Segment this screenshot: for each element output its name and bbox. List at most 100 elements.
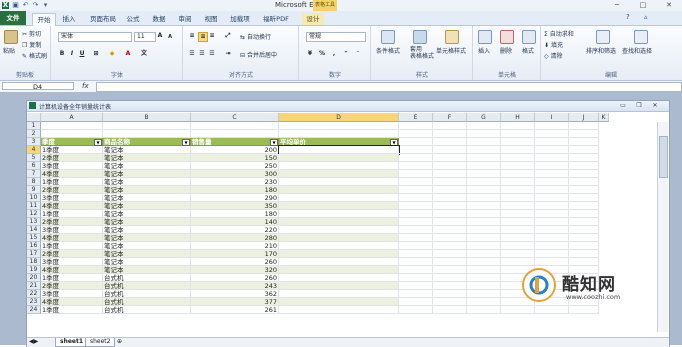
table-data-cell[interactable]: 220: [191, 226, 279, 234]
cell[interactable]: [279, 170, 399, 178]
row-header[interactable]: 23: [27, 298, 41, 306]
cell[interactable]: [467, 242, 501, 250]
row-header[interactable]: 1: [27, 122, 41, 130]
cell[interactable]: [467, 258, 501, 266]
table-data-cell[interactable]: 180: [191, 186, 279, 194]
ribbon-minimize-icon[interactable]: ▵: [644, 13, 648, 21]
column-header[interactable]: G: [467, 113, 501, 122]
cell[interactable]: [433, 234, 467, 242]
cell[interactable]: [467, 122, 501, 130]
cell[interactable]: [399, 250, 433, 258]
orientation-icon[interactable]: ⤢: [224, 32, 232, 40]
cell[interactable]: [569, 202, 599, 210]
cell[interactable]: [279, 282, 399, 290]
conditional-format-button[interactable]: 条件格式: [376, 46, 400, 55]
cell[interactable]: [569, 162, 599, 170]
table-data-cell[interactable]: 笔记本: [103, 154, 191, 162]
table-data-cell[interactable]: 3季度: [41, 226, 103, 234]
paste-button[interactable]: 粘贴: [3, 46, 15, 55]
cell[interactable]: [399, 298, 433, 306]
cell[interactable]: [399, 154, 433, 162]
table-data-cell[interactable]: 3季度: [41, 194, 103, 202]
cell[interactable]: [399, 242, 433, 250]
format-painter-button[interactable]: ✎ 格式刷: [22, 51, 47, 60]
increase-decimal-icon[interactable]: ⁺: [342, 50, 350, 58]
cell[interactable]: [569, 242, 599, 250]
tab-formulas[interactable]: 公式: [124, 13, 142, 25]
cell[interactable]: [433, 282, 467, 290]
insert-sheet-icon[interactable]: ⊕: [117, 338, 122, 345]
row-header[interactable]: 3: [27, 138, 41, 146]
table-data-cell[interactable]: 350: [191, 202, 279, 210]
table-data-cell[interactable]: 笔记本: [103, 242, 191, 250]
cell[interactable]: [535, 178, 569, 186]
table-data-cell[interactable]: 4季度: [41, 170, 103, 178]
row-header[interactable]: 8: [27, 178, 41, 186]
cell[interactable]: [433, 298, 467, 306]
row-header[interactable]: 2: [27, 130, 41, 138]
table-data-cell[interactable]: 台式机: [103, 274, 191, 282]
table-header-cell[interactable]: 商品名称: [103, 138, 191, 146]
cell[interactable]: [279, 202, 399, 210]
formula-input[interactable]: [96, 82, 682, 92]
cell[interactable]: [569, 154, 599, 162]
cell[interactable]: [41, 122, 103, 130]
cell[interactable]: [399, 290, 433, 298]
cell[interactable]: [279, 258, 399, 266]
cell[interactable]: [279, 226, 399, 234]
name-box[interactable]: D4: [2, 82, 74, 91]
table-header-cell[interactable]: 销售量: [191, 138, 279, 146]
cell[interactable]: [399, 218, 433, 226]
table-data-cell[interactable]: 1季度: [41, 274, 103, 282]
cell[interactable]: [501, 170, 535, 178]
tab-data[interactable]: 数据: [150, 13, 168, 25]
cell[interactable]: [399, 186, 433, 194]
table-data-cell[interactable]: 2季度: [41, 250, 103, 258]
cell[interactable]: [433, 130, 467, 138]
format-as-table-button[interactable]: 套用 表格格式: [410, 46, 434, 60]
close-button[interactable]: ✕: [656, 0, 682, 11]
row-header[interactable]: 16: [27, 242, 41, 250]
cell-styles-icon[interactable]: [445, 30, 459, 44]
filter-dropdown-icon[interactable]: ▼: [270, 139, 278, 146]
table-data-cell[interactable]: 笔记本: [103, 178, 191, 186]
cell[interactable]: [501, 258, 535, 266]
row-header[interactable]: 18: [27, 258, 41, 266]
cell[interactable]: [535, 226, 569, 234]
cell[interactable]: [535, 170, 569, 178]
cell[interactable]: [433, 250, 467, 258]
cell[interactable]: [569, 186, 599, 194]
cell[interactable]: [535, 122, 569, 130]
row-header[interactable]: 17: [27, 250, 41, 258]
shrink-font-button[interactable]: A: [166, 33, 174, 41]
cell[interactable]: [399, 162, 433, 170]
table-data-cell[interactable]: 台式机: [103, 282, 191, 290]
sort-filter-button[interactable]: 排序和筛选: [586, 46, 616, 55]
cell[interactable]: [501, 130, 535, 138]
table-data-cell[interactable]: 290: [191, 194, 279, 202]
cell[interactable]: [399, 274, 433, 282]
table-data-cell[interactable]: 2季度: [41, 218, 103, 226]
font-size-combo[interactable]: 11: [134, 32, 156, 42]
cell[interactable]: [433, 146, 467, 154]
tab-foxit-pdf[interactable]: 福昕PDF: [260, 13, 292, 25]
cell[interactable]: [433, 186, 467, 194]
row-header[interactable]: 20: [27, 274, 41, 282]
delete-cells-icon[interactable]: [500, 30, 514, 44]
align-top-icon[interactable]: ≡: [188, 32, 196, 40]
insert-function-button[interactable]: fx: [82, 82, 89, 90]
cell[interactable]: [399, 210, 433, 218]
cell[interactable]: [467, 226, 501, 234]
cell[interactable]: [279, 154, 399, 162]
cell[interactable]: [433, 306, 467, 314]
cell[interactable]: [535, 258, 569, 266]
table-data-cell[interactable]: 1季度: [41, 242, 103, 250]
cell[interactable]: [279, 218, 399, 226]
font-name-combo[interactable]: 宋体: [58, 32, 132, 42]
indent-icon[interactable]: ⇥: [224, 50, 232, 58]
cell[interactable]: [467, 234, 501, 242]
phonetic-icon[interactable]: 文: [140, 50, 148, 58]
cell[interactable]: [501, 218, 535, 226]
row-header[interactable]: 24: [27, 306, 41, 314]
cell[interactable]: [467, 130, 501, 138]
